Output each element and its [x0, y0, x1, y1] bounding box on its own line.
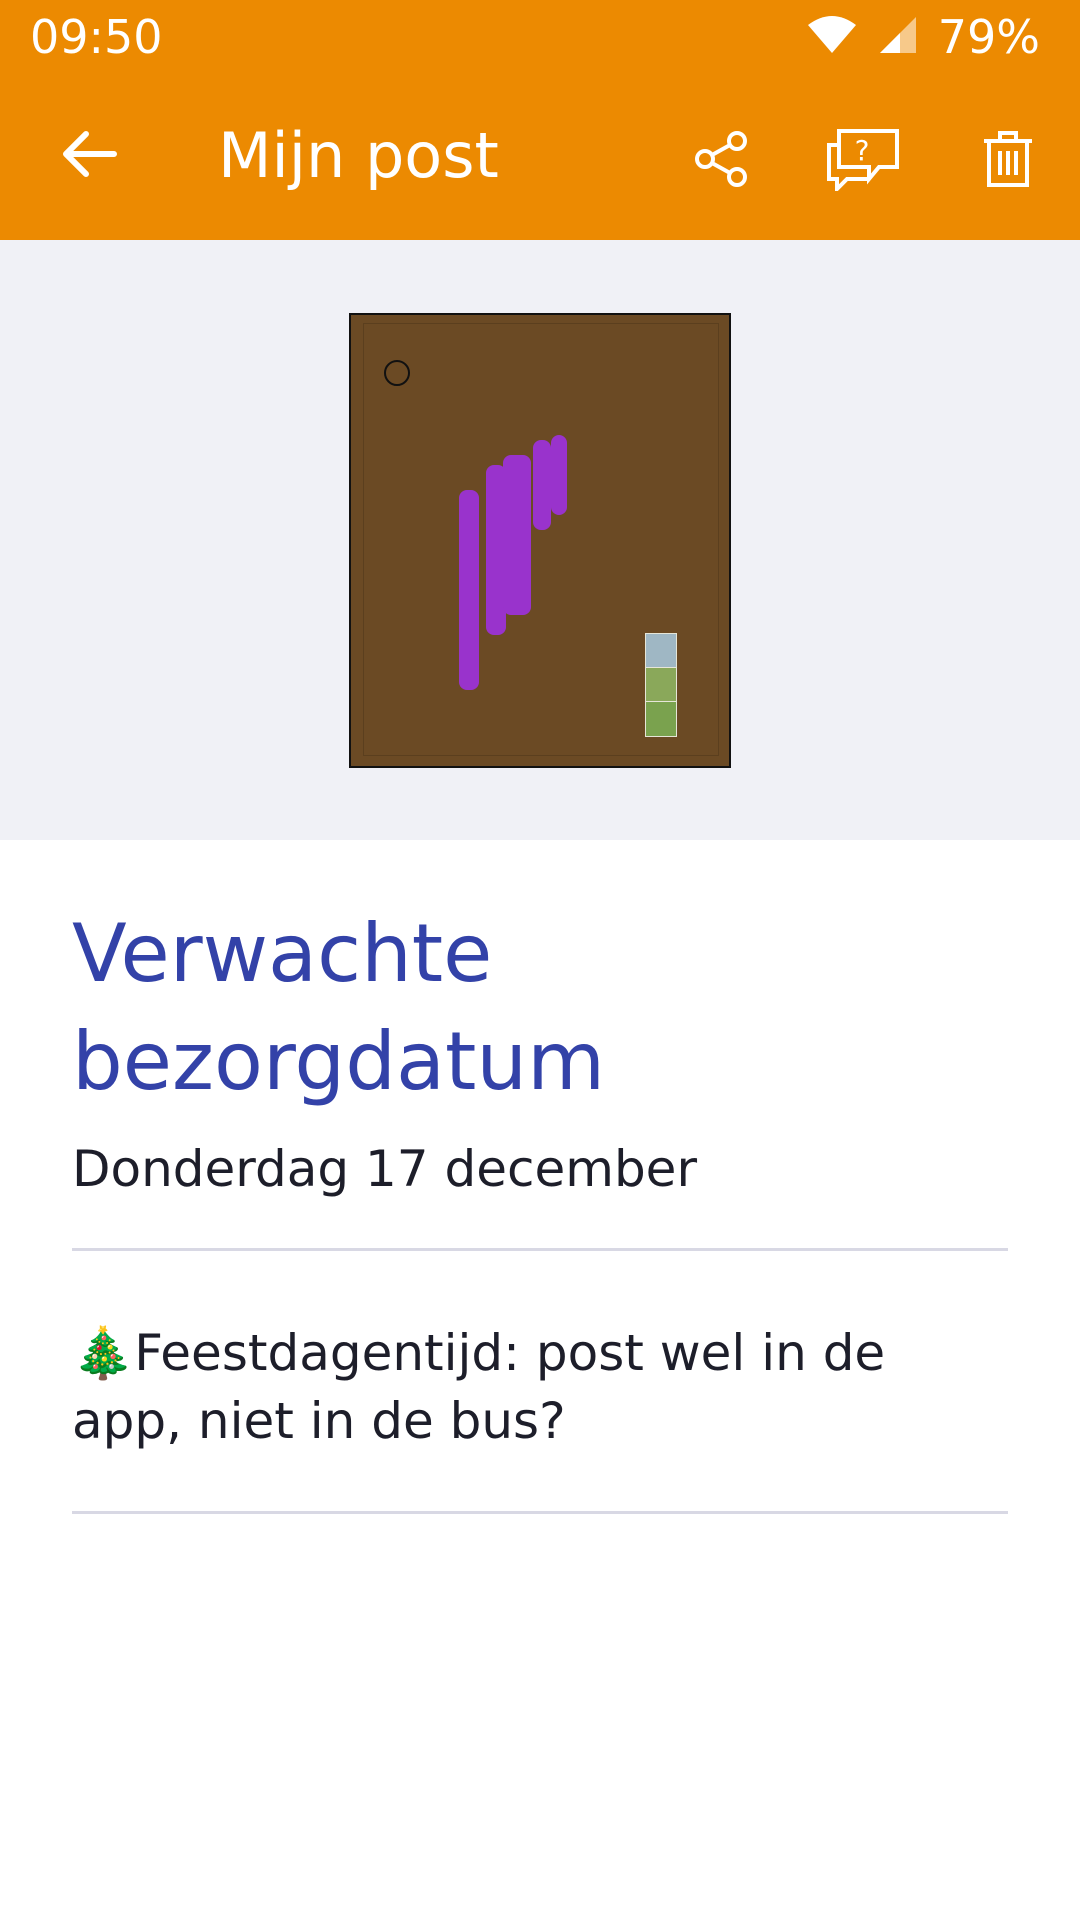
battery-level: 79% — [937, 10, 1040, 64]
divider — [72, 1511, 1008, 1514]
help-chat-icon: ? — [825, 127, 901, 195]
help-chat-button[interactable]: ? — [818, 116, 908, 206]
mail-image-area — [0, 240, 1080, 840]
status-bar: 09:50 79% — [0, 0, 1080, 76]
delivery-date: Donderdag 17 december — [72, 1140, 697, 1198]
stamp — [645, 701, 677, 737]
page-title: Mijn post — [218, 119, 499, 192]
envelope-mark — [384, 360, 410, 386]
back-button[interactable] — [50, 116, 130, 196]
trash-icon — [980, 129, 1036, 193]
redaction-mark — [459, 490, 479, 690]
arrow-left-icon — [62, 130, 118, 182]
share-icon — [691, 129, 751, 193]
delete-button[interactable] — [963, 116, 1053, 206]
app-bar: Mijn post ? — [0, 76, 1080, 240]
stamp — [645, 633, 677, 669]
christmas-tree-icon: 🎄 — [72, 1324, 135, 1382]
svg-text:?: ? — [855, 134, 870, 167]
stamp — [645, 667, 677, 703]
wifi-icon — [806, 15, 858, 59]
holiday-notice-link[interactable]: 🎄Feestdagentijd: post wel in de app, nie… — [72, 1319, 1008, 1455]
holiday-notice-text: Feestdagentijd: post wel in de app, niet… — [72, 1324, 886, 1450]
signal-icon — [878, 15, 918, 59]
mail-item-image[interactable] — [349, 313, 731, 768]
redaction-mark — [551, 435, 567, 515]
share-button[interactable] — [676, 116, 766, 206]
status-icons: 79% — [806, 10, 1040, 64]
status-time: 09:50 — [30, 10, 163, 64]
redaction-mark — [503, 455, 531, 615]
redaction-mark — [533, 440, 551, 530]
delivery-info: Verwachte bezorgdatum Donderdag 17 decem… — [72, 840, 1008, 1514]
divider — [72, 1248, 1008, 1251]
delivery-heading: Verwachte bezorgdatum — [72, 907, 606, 1108]
